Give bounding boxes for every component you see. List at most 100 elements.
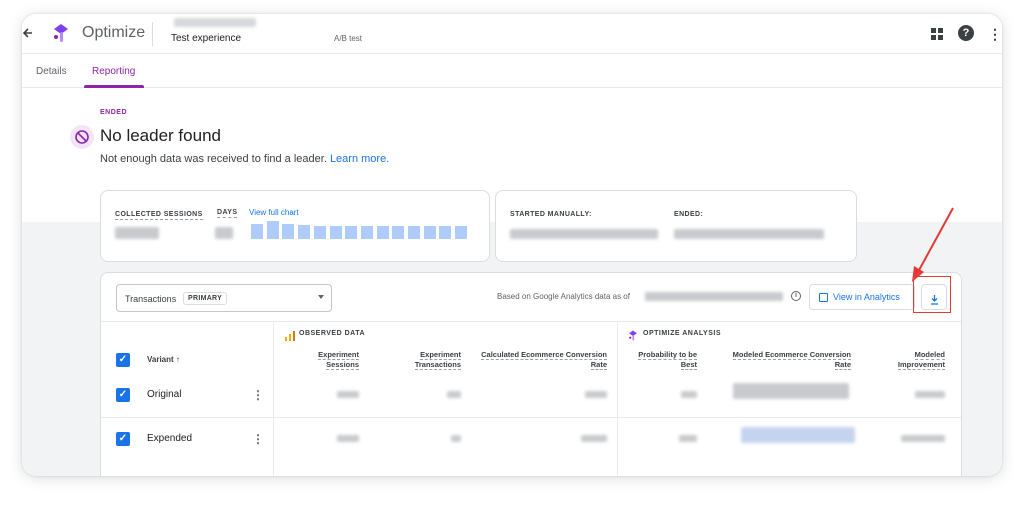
optimize-logo-small-icon: [628, 328, 638, 346]
primary-badge: PRIMARY: [183, 292, 228, 305]
row-divider: [101, 417, 961, 418]
col-experiment-sessions[interactable]: Experiment Sessions: [303, 350, 359, 370]
experience-name: Test experience: [171, 33, 242, 44]
status-label: ENDED: [100, 109, 128, 116]
chevron-down-icon: [318, 295, 324, 299]
active-tab-indicator: [84, 85, 144, 88]
open-in-new-icon: [819, 293, 828, 302]
result-message: Not enough data was received to find a l…: [100, 153, 389, 165]
top-app-bar: Optimize Test experience A/B test ? ⋮: [22, 14, 1002, 54]
optimize-window: Optimize Test experience A/B test ? ⋮ De…: [22, 14, 1002, 476]
col-modeled-conversion-rate[interactable]: Modeled Ecommerce Conversion Rate: [727, 350, 851, 370]
redacted-cell: [741, 427, 855, 443]
redacted-cell: [451, 435, 461, 442]
view-in-analytics-label: View in Analytics: [833, 292, 900, 302]
arrow-left-icon[interactable]: [22, 24, 36, 42]
redacted-cell: [447, 391, 461, 398]
dates-summary-card: STARTED MANUALLY: ENDED:: [495, 190, 857, 262]
column-divider-2: [617, 321, 618, 476]
redacted-end-date: [674, 229, 824, 239]
sessions-bar: [360, 226, 373, 239]
sessions-bar: [298, 224, 311, 239]
sessions-bar: [408, 226, 420, 239]
optimize-logo-icon: [52, 23, 70, 43]
redacted-start-date: [510, 229, 658, 239]
view-in-analytics-button[interactable]: View in Analytics: [809, 284, 915, 310]
block-icon: [70, 125, 94, 149]
sessions-bar: [282, 223, 295, 239]
observed-data-header: OBSERVED DATA: [299, 330, 366, 337]
redacted-sessions-value: [115, 227, 159, 239]
variant-column-header[interactable]: Variant ↑: [147, 355, 180, 364]
collected-sessions-label: COLLECTED SESSIONS: [115, 211, 203, 220]
col-experiment-transactions[interactable]: Experiment Transactions: [401, 350, 461, 370]
more-vert-icon[interactable]: ⋮: [252, 433, 264, 445]
row-original-checkbox[interactable]: ✓: [116, 388, 130, 402]
tab-reporting[interactable]: Reporting: [92, 66, 135, 77]
objective-select[interactable]: Transactions PRIMARY: [116, 284, 332, 312]
redacted-container-name: [174, 18, 256, 27]
ended-label: ENDED:: [674, 211, 704, 218]
result-headline: No leader found: [100, 126, 221, 145]
annotation-arrow-icon: [898, 206, 958, 286]
more-vert-icon[interactable]: ⋮: [988, 25, 1002, 43]
row-original-label: Original: [147, 389, 182, 400]
result-message-text: Not enough data was received to find a l…: [100, 153, 327, 165]
select-all-checkbox[interactable]: ✓: [116, 353, 130, 367]
redacted-data-timestamp: [645, 292, 783, 301]
redacted-cell: [581, 435, 607, 442]
sessions-bar: [376, 226, 389, 239]
optimize-analysis-header: OPTIMIZE ANALYSIS: [643, 330, 721, 337]
sessions-bar: [266, 221, 279, 239]
col-probability-best-label: Probability to be Best: [638, 350, 697, 370]
sessions-summary-card: COLLECTED SESSIONS DAYS View full chart: [100, 190, 490, 262]
col-experiment-transactions-label: Experiment Transactions: [414, 350, 461, 370]
redacted-cell: [337, 391, 359, 398]
sessions-bar: [455, 226, 468, 239]
view-full-chart-link[interactable]: View full chart: [249, 208, 299, 217]
col-probability-best[interactable]: Probability to be Best: [631, 350, 697, 370]
data-freshness-text: Based on Google Analytics data as of: [497, 292, 630, 301]
sessions-bar: [423, 226, 436, 239]
col-calculated-conversion-rate[interactable]: Calculated Ecommerce Conversion Rate: [473, 350, 607, 370]
sessions-bar: [439, 226, 452, 239]
redacted-days-value: [215, 227, 233, 239]
sessions-bar: [251, 223, 263, 239]
sessions-bar: [329, 226, 342, 239]
tab-bar: Details Reporting: [22, 54, 1002, 88]
redacted-cell: [585, 391, 607, 398]
column-divider-1: [273, 321, 274, 476]
sessions-bar: [392, 226, 405, 239]
report-panel: Transactions PRIMARY Based on Google Ana…: [100, 272, 962, 476]
app-name: Optimize: [82, 24, 146, 41]
bar-chart-icon: [285, 328, 295, 346]
experience-type: A/B test: [334, 34, 363, 43]
sessions-bar: [345, 226, 358, 239]
col-experiment-sessions-label: Experiment Sessions: [318, 350, 359, 370]
redacted-cell: [679, 435, 697, 442]
tab-details[interactable]: Details: [36, 66, 67, 77]
redacted-cell: [915, 391, 945, 398]
redacted-cell: [901, 435, 945, 442]
redacted-cell: [337, 435, 359, 442]
redacted-cell: [733, 383, 849, 399]
col-calculated-conversion-rate-label: Calculated Ecommerce Conversion Rate: [481, 350, 607, 370]
apps-grid-icon[interactable]: [930, 27, 944, 41]
info-icon[interactable]: i: [791, 291, 801, 301]
sessions-bar: [313, 226, 326, 239]
row-expended-checkbox[interactable]: ✓: [116, 432, 130, 446]
days-label: DAYS: [217, 209, 238, 218]
objective-select-value: Transactions: [125, 294, 177, 304]
col-modeled-improvement[interactable]: Modeled Improvement: [891, 350, 945, 370]
sessions-sparkbar-chart: [251, 221, 471, 239]
more-vert-icon[interactable]: ⋮: [252, 389, 264, 401]
redacted-cell: [681, 391, 697, 398]
toolbar-divider: [101, 321, 961, 322]
started-manually-label: STARTED MANUALLY:: [510, 211, 592, 218]
row-expended-label: Expended: [147, 433, 193, 444]
header-divider: [152, 22, 153, 46]
learn-more-link[interactable]: Learn more.: [330, 153, 389, 165]
col-modeled-conversion-rate-label: Modeled Ecommerce Conversion Rate: [732, 350, 851, 370]
col-modeled-improvement-label: Modeled Improvement: [897, 350, 945, 370]
help-icon[interactable]: ?: [958, 25, 974, 41]
